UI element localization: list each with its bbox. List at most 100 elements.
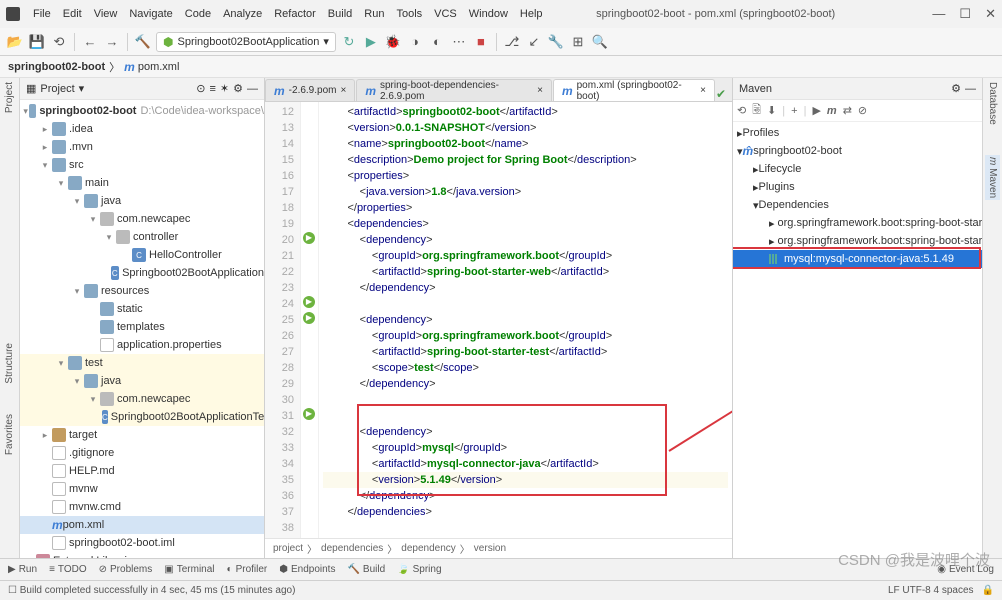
rail-favorites[interactable]: Favorites: [4, 414, 15, 455]
mv-dep1[interactable]: org.springframework.boot:spring-boot-sta…: [778, 217, 982, 229]
tree-app1[interactable]: Springboot02BootApplication: [122, 267, 264, 279]
build-icon[interactable]: 🔨: [134, 33, 152, 51]
minimize-icon[interactable]: —: [932, 6, 945, 22]
tree-static[interactable]: static: [117, 303, 143, 315]
menu-help[interactable]: Help: [515, 6, 548, 22]
status-right[interactable]: LF UTF-8 4 spaces: [888, 585, 974, 596]
tree-app2[interactable]: Springboot02BootApplicationTe: [111, 411, 264, 423]
tree-help[interactable]: HELP.md: [69, 465, 115, 477]
run-marker-icon[interactable]: ▶: [303, 296, 315, 308]
tree-test-pkg[interactable]: com.newcapec: [117, 393, 190, 405]
rail-project[interactable]: Project: [4, 82, 15, 113]
redo-icon[interactable]: →: [103, 33, 121, 51]
close-icon[interactable]: ✕: [985, 6, 996, 22]
code-text[interactable]: <artifactId>springboot02-boot</artifactI…: [319, 102, 732, 538]
reimport-icon[interactable]: ⟲: [737, 104, 746, 117]
more1-icon[interactable]: ↙: [525, 33, 543, 51]
run-marker-icon[interactable]: ▶: [303, 408, 315, 420]
tw-build[interactable]: 🔨 Build: [347, 564, 385, 575]
download-icon[interactable]: ⬇: [767, 104, 776, 117]
tree-pkg[interactable]: com.newcapec: [117, 213, 190, 225]
mv-profiles[interactable]: Profiles: [743, 127, 780, 139]
tw-problems[interactable]: ⊘ Problems: [99, 564, 153, 575]
menu-window[interactable]: Window: [464, 6, 513, 22]
collapse-icon[interactable]: ✶: [220, 82, 229, 95]
tw-eventlog[interactable]: ◉ Event Log: [937, 564, 994, 575]
menubar[interactable]: File Edit View Navigate Code Analyze Ref…: [28, 6, 548, 22]
chevron-down-icon[interactable]: ▾: [79, 82, 85, 95]
crumb-deps[interactable]: dependencies: [321, 543, 383, 554]
tree-mvnwcmd[interactable]: mvnw.cmd: [69, 501, 121, 513]
run-icon[interactable]: ▶: [812, 104, 820, 117]
tree-main[interactable]: main: [85, 177, 109, 189]
tree-appprops[interactable]: application.properties: [117, 339, 222, 351]
mv-lifecycle[interactable]: Lifecycle: [759, 163, 802, 175]
close-icon[interactable]: ×: [537, 85, 543, 96]
tw-endpoints[interactable]: ⬢ Endpoints: [279, 564, 335, 575]
project-tree[interactable]: ▾springboot02-boot D:\Code\idea-workspac…: [20, 100, 264, 558]
profile-icon[interactable]: ◐: [428, 33, 446, 51]
tree-java[interactable]: java: [101, 195, 121, 207]
menu-tools[interactable]: Tools: [391, 6, 427, 22]
stop-icon[interactable]: ■: [472, 33, 490, 51]
tree-controller[interactable]: controller: [133, 231, 178, 243]
tab-3[interactable]: mpom.xml (springboot02-boot)×: [553, 79, 715, 101]
tree-test[interactable]: test: [85, 357, 103, 369]
crumb-file[interactable]: m pom.xml: [124, 60, 179, 74]
tree-src[interactable]: src: [69, 159, 84, 171]
tree-templates[interactable]: templates: [117, 321, 165, 333]
maximize-icon[interactable]: ☐: [959, 6, 971, 22]
expand-icon[interactable]: ≡: [209, 83, 215, 95]
menu-build[interactable]: Build: [323, 6, 357, 22]
close-icon[interactable]: ×: [340, 85, 346, 96]
menu-navigate[interactable]: Navigate: [124, 6, 177, 22]
more2-icon[interactable]: ⊞: [569, 33, 587, 51]
sync-icon[interactable]: ⟲: [50, 33, 68, 51]
gear-icon[interactable]: ⚙: [951, 82, 961, 95]
hide-icon[interactable]: —: [965, 83, 976, 95]
tool-icon[interactable]: 🔧: [547, 33, 565, 51]
run-marker-icon[interactable]: ▶: [303, 232, 315, 244]
tw-run[interactable]: ▶ Run: [8, 564, 37, 575]
tw-profiler[interactable]: ◐ Profiler: [227, 564, 268, 575]
menu-edit[interactable]: Edit: [58, 6, 87, 22]
menu-run[interactable]: Run: [359, 6, 389, 22]
vcs-icon[interactable]: ⎇: [503, 33, 521, 51]
tree-pom[interactable]: pom.xml: [63, 519, 105, 531]
tree-test-java[interactable]: java: [101, 375, 121, 387]
menu-vcs[interactable]: VCS: [429, 6, 462, 22]
refresh-icon[interactable]: ↻: [340, 33, 358, 51]
mv-deps[interactable]: Dependencies: [759, 199, 829, 211]
tw-todo[interactable]: ≡ TODO: [49, 564, 87, 575]
open-icon[interactable]: 📂: [6, 33, 24, 51]
mv-plugins[interactable]: Plugins: [759, 181, 795, 193]
undo-icon[interactable]: ←: [81, 33, 99, 51]
search-icon[interactable]: 🔍: [591, 33, 609, 51]
run-config-select[interactable]: ⬢ Springboot02BootApplication ▾: [156, 32, 336, 52]
gear-icon[interactable]: ⚙: [233, 82, 243, 95]
tree-iml[interactable]: springboot02-boot.iml: [69, 537, 175, 549]
menu-refactor[interactable]: Refactor: [269, 6, 321, 22]
hide-icon[interactable]: —: [247, 83, 258, 95]
tree-gitignore[interactable]: .gitignore: [69, 447, 114, 459]
crumb-dep[interactable]: dependency: [401, 543, 456, 554]
project-view-icon[interactable]: ▦: [26, 82, 36, 95]
tree-resources[interactable]: resources: [101, 285, 149, 297]
crumb-version[interactable]: version: [474, 543, 506, 554]
coverage-icon[interactable]: ◑: [406, 33, 424, 51]
save-icon[interactable]: 💾: [28, 33, 46, 51]
attach-icon[interactable]: ⋯: [450, 33, 468, 51]
code-area[interactable]: 1213141516171819202122232425262728293031…: [265, 102, 732, 538]
select-opened-icon[interactable]: ⊙: [196, 82, 205, 95]
crumb-root[interactable]: springboot02-boot: [8, 61, 105, 73]
debug-icon[interactable]: 🐞: [384, 33, 402, 51]
tab-1[interactable]: m-2.6.9.pom×: [265, 79, 355, 101]
rail-structure[interactable]: Structure: [4, 343, 15, 384]
menu-code[interactable]: Code: [180, 6, 216, 22]
tab-2[interactable]: mspring-boot-dependencies-2.6.9.pom×: [356, 79, 552, 101]
menu-view[interactable]: View: [89, 6, 123, 22]
tree-ext[interactable]: External Libraries: [53, 555, 139, 558]
tree-target[interactable]: target: [69, 429, 97, 441]
tree-mvnw[interactable]: mvnw: [69, 483, 98, 495]
tree-root[interactable]: springboot02-boot: [39, 105, 136, 117]
